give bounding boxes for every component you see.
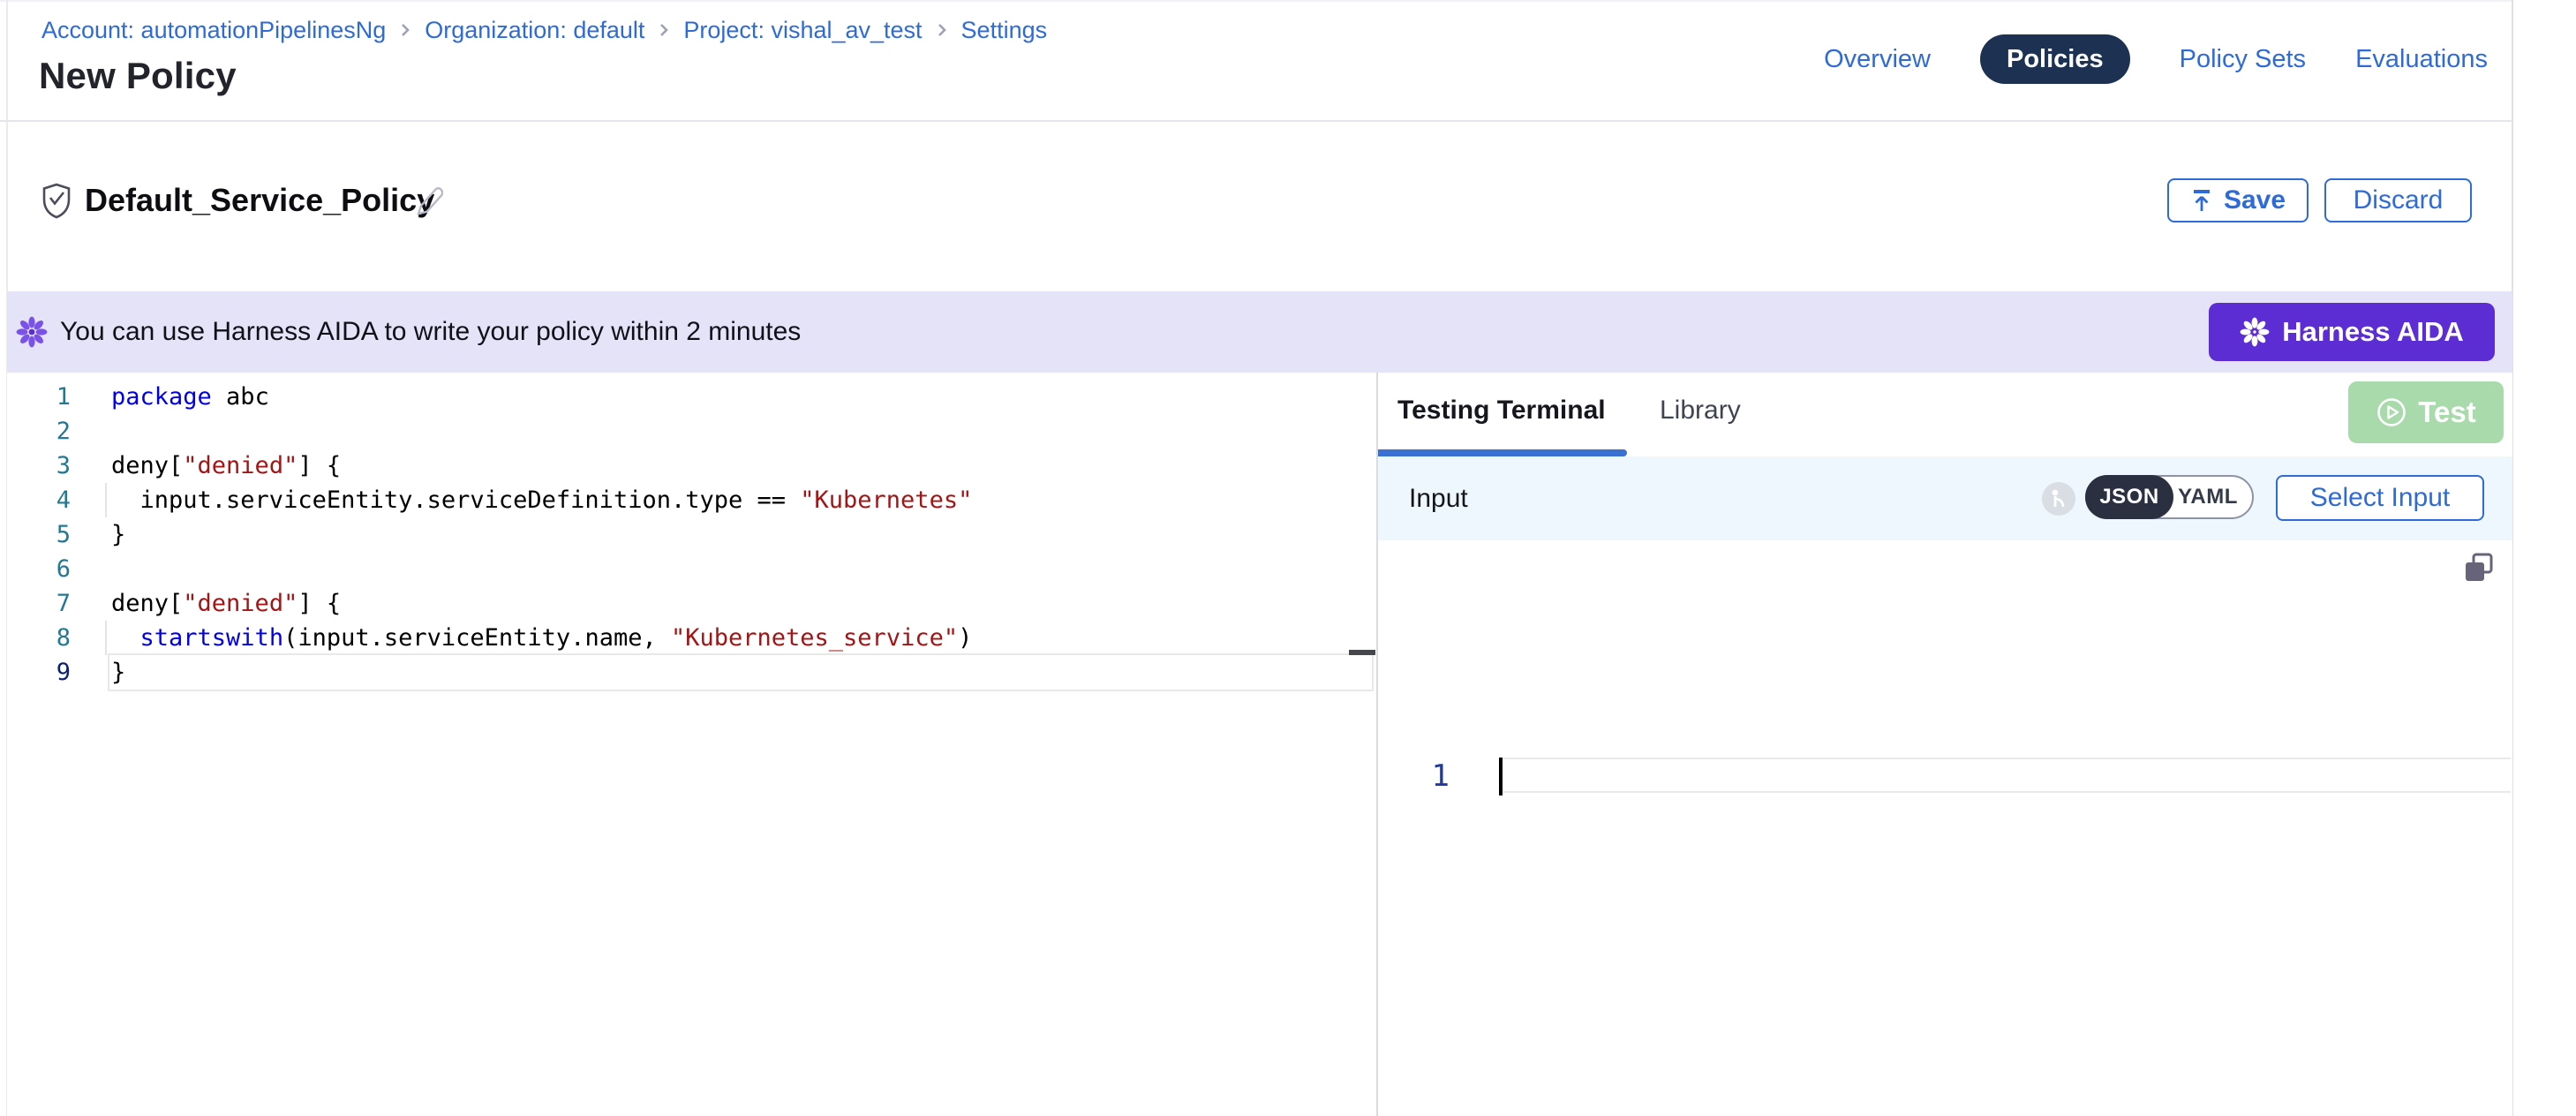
aida-flower-icon (16, 316, 48, 348)
breadcrumb-link[interactable]: Settings (961, 17, 1048, 44)
line-number: 3 (7, 449, 71, 483)
code-line[interactable]: 3 deny["denied"] { (7, 449, 1376, 483)
line-number: 1 (7, 380, 71, 414)
breadcrumb-link[interactable]: Account: automationPipelinesNg (41, 17, 386, 44)
breadcrumb-chevron-icon (398, 21, 412, 39)
play-icon (2376, 396, 2407, 428)
harness-aida-button[interactable]: Harness AIDA (2209, 303, 2495, 361)
aida-button-flower-icon (2240, 317, 2270, 347)
test-button[interactable]: Test (2348, 381, 2504, 443)
policy-shield-icon (40, 182, 73, 219)
input-line-number: 1 (1378, 758, 1450, 795)
policy-name: Default_Service_Policy (85, 182, 434, 219)
policy-code-editor[interactable]: 1package abc23deny["denied"] {4 input.se… (7, 373, 1376, 1116)
line-number: 2 (7, 414, 71, 449)
code-line[interactable]: 1 package abc (7, 380, 1376, 414)
breadcrumb-chevron-icon (657, 21, 671, 39)
input-label: Input (1409, 456, 1468, 540)
line-number: 7 (7, 586, 71, 621)
breadcrumb-link[interactable]: Project: vishal_av_test (683, 17, 922, 44)
input-header-bar: Input JSON YAML Select Input (1378, 456, 2512, 540)
code-line[interactable]: 6 (7, 552, 1376, 586)
upload-icon (2190, 188, 2213, 213)
format-toggle[interactable]: JSON YAML (2085, 475, 2254, 519)
header-divider (0, 120, 2512, 122)
code-text: deny["denied"] { (111, 586, 341, 621)
save-button[interactable]: Save (2167, 178, 2309, 222)
select-input-label: Select Input (2310, 483, 2450, 513)
line-number: 4 (7, 483, 71, 517)
code-line[interactable]: 4 input.serviceEntity.serviceDefinition.… (7, 483, 1376, 517)
aida-banner: You can use Harness AIDA to write your p… (7, 291, 2512, 373)
indent-guide (105, 621, 107, 655)
format-toggle-json[interactable]: JSON (2085, 475, 2173, 519)
breadcrumb: Account: automationPipelinesNg Organizati… (41, 14, 1047, 46)
aida-banner-message: You can use Harness AIDA to write your p… (60, 317, 801, 347)
input-current-line-highlight (1503, 758, 2511, 793)
active-tab-underline (1378, 449, 1627, 456)
indent-guide (105, 483, 107, 517)
select-input-button[interactable]: Select Input (2276, 475, 2484, 521)
breadcrumb-link[interactable]: Organization: default (425, 17, 644, 44)
code-text: } (111, 517, 125, 552)
line-number: 9 (7, 655, 71, 690)
tab-evaluations[interactable]: Evaluations (2355, 45, 2488, 74)
code-text: deny["denied"] { (111, 449, 341, 483)
input-editor[interactable]: 1 (1378, 540, 2512, 1116)
test-button-label: Test (2418, 396, 2475, 429)
line-number: 5 (7, 517, 71, 552)
breadcrumb-chevron-icon (935, 21, 949, 39)
format-toggle-yaml[interactable]: YAML (2171, 477, 2245, 517)
top-border (0, 0, 2512, 2)
code-text: input.serviceEntity.serviceDefinition.ty… (111, 483, 972, 517)
code-line[interactable]: 7 deny["denied"] { (7, 586, 1376, 621)
code-line[interactable]: 2 (7, 414, 1376, 449)
linked-input-icon[interactable] (2041, 481, 2076, 517)
aida-button-label: Harness AIDA (2282, 316, 2464, 348)
new-policy-page: Account: automationPipelinesNg Organizati… (0, 0, 2576, 1116)
code-text: package abc (111, 380, 269, 414)
testing-panel: Testing Terminal Library Test Input (1378, 373, 2512, 1116)
discard-button-label: Discard (2354, 185, 2444, 215)
line-number: 8 (7, 621, 71, 655)
discard-button[interactable]: Discard (2324, 178, 2472, 222)
page-title: New Policy (39, 55, 237, 97)
code-line[interactable]: 8 startswith(input.serviceEntity.name, "… (7, 621, 1376, 655)
tab-testing-terminal[interactable]: Testing Terminal (1397, 396, 1606, 426)
tab-library[interactable]: Library (1660, 396, 1741, 426)
tab-policies-active[interactable]: Policies (1980, 34, 2130, 84)
edit-policy-name-icon[interactable] (415, 182, 445, 219)
save-button-label: Save (2224, 185, 2286, 215)
tab-overview[interactable]: Overview (1824, 45, 1931, 74)
header-tabs: Overview Policies Policy Sets Evaluation… (1824, 34, 2488, 85)
current-line-highlight (108, 653, 1374, 691)
overview-ruler-cursor-mark (1349, 650, 1375, 655)
line-number: 6 (7, 552, 71, 586)
code-line[interactable]: 5} (7, 517, 1376, 552)
tab-policy-sets[interactable]: Policy Sets (2180, 45, 2306, 74)
code-text: startswith(input.serviceEntity.name, "Ku… (111, 621, 972, 655)
